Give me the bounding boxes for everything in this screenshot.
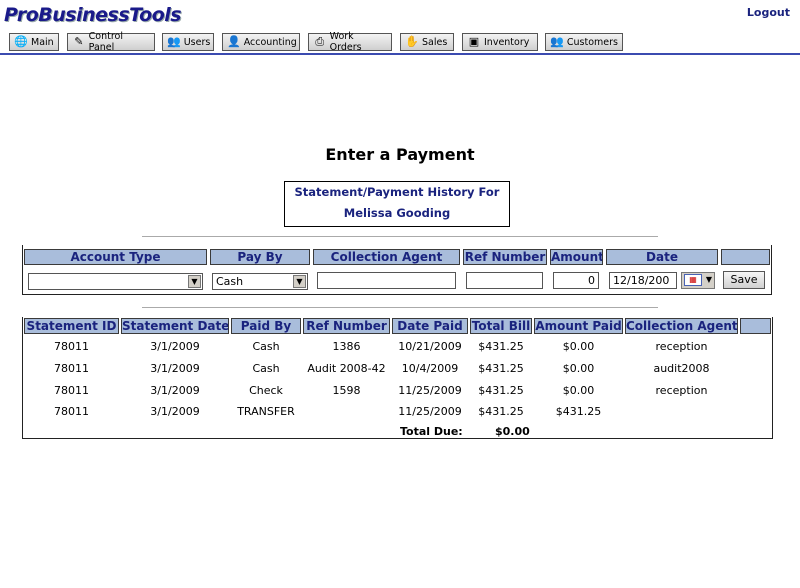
col-statement-id: Statement ID xyxy=(24,318,119,334)
box-icon: ▣ xyxy=(468,35,480,48)
chevron-down-icon: ▼ xyxy=(293,275,306,288)
collection-agent: reception xyxy=(655,384,708,397)
wand-icon: ✎ xyxy=(74,35,84,48)
date-paid: 11/25/2009 xyxy=(398,384,462,397)
total-due-value: $0.00 xyxy=(495,425,530,438)
payment-history-table xyxy=(22,317,773,439)
statement-date: 3/1/2009 xyxy=(150,362,200,375)
history-for-box: Statement/Payment History For Melissa Go… xyxy=(284,181,510,227)
col-statement-date: Statement Date xyxy=(121,318,229,334)
chevron-down-icon: ▼ xyxy=(705,275,712,284)
main-tab-bar: 🌐 Main ✎ Control Panel 👥 Users 👤 Accounting … xyxy=(0,31,800,55)
total-bill: $431.25 xyxy=(478,340,524,353)
tab-inventory[interactable]: ▣ Inventory xyxy=(462,33,538,51)
col-paid-by: Paid By xyxy=(231,318,301,334)
total-bill: $431.25 xyxy=(478,405,524,418)
statement-id: 78011 xyxy=(54,340,89,353)
header-amount: Amount xyxy=(550,249,603,265)
header-pay-by: Pay By xyxy=(210,249,310,265)
globe-icon: 🌐 xyxy=(14,35,28,48)
chevron-down-icon: ▼ xyxy=(188,275,201,288)
page-title: Enter a Payment xyxy=(325,145,475,164)
calendar-picker-button[interactable]: ▦ ▼ xyxy=(681,272,715,289)
logout-link[interactable]: Logout xyxy=(747,6,790,19)
person-icon: 👤 xyxy=(227,35,241,48)
paid-by: Check xyxy=(249,384,283,397)
ref-number: 1386 xyxy=(332,340,361,353)
tab-customers[interactable]: 👥 Customers xyxy=(545,33,623,51)
statement-id: 78011 xyxy=(54,405,89,418)
col-date-paid: Date Paid xyxy=(392,318,468,334)
collection-agent: reception xyxy=(655,340,708,353)
header-ref-number: Ref Number xyxy=(463,249,547,265)
statement-id: 78011 xyxy=(54,362,89,375)
collection-agent-input[interactable] xyxy=(317,272,456,289)
date-paid: 11/25/2009 xyxy=(398,405,462,418)
total-bill: $431.25 xyxy=(478,362,524,375)
header-blank xyxy=(721,249,770,265)
calendar-icon: ▦ xyxy=(684,274,702,286)
users-icon: 👥 xyxy=(167,35,181,48)
header-account-type: Account Type xyxy=(24,249,207,265)
ref-number: Audit 2008-42 xyxy=(307,362,386,375)
date-input[interactable]: 12/18/200 xyxy=(609,272,677,289)
tab-work-orders[interactable]: ⎙ Work Orders xyxy=(308,31,392,53)
col-total-bill: Total Bill xyxy=(470,318,532,334)
amount-paid: $431.25 xyxy=(555,405,602,418)
customers-icon: 👥 xyxy=(550,35,564,48)
paid-by: Cash xyxy=(252,362,280,375)
ref-number-input[interactable] xyxy=(466,272,543,289)
printer-icon: ⎙ xyxy=(315,35,325,48)
pay-by-select[interactable]: Cash ▼ xyxy=(212,273,308,290)
header-date: Date xyxy=(606,249,718,265)
tab-control-panel[interactable]: ✎ Control Panel xyxy=(67,31,155,53)
divider xyxy=(142,236,658,237)
total-bill: $431.25 xyxy=(478,384,524,397)
account-type-select[interactable]: ▼ xyxy=(28,273,203,290)
sales-icon: ✋ xyxy=(405,35,419,48)
amount-paid: $0.00 xyxy=(562,362,595,375)
paid-by: Cash xyxy=(252,340,280,353)
date-paid: 10/21/2009 xyxy=(398,340,462,353)
app-logo: ProBusinessTools xyxy=(4,4,182,26)
tab-accounting[interactable]: 👤 Accounting xyxy=(222,33,300,51)
tab-users[interactable]: 👥 Users xyxy=(162,33,214,51)
save-button[interactable]: Save xyxy=(723,271,765,289)
date-paid: 10/4/2009 xyxy=(401,362,459,375)
statement-date: 3/1/2009 xyxy=(150,340,200,353)
collection-agent: audit2008 xyxy=(653,362,710,375)
amount-input[interactable]: 0 xyxy=(553,272,599,289)
amount-paid: $0.00 xyxy=(562,384,595,397)
tab-sales[interactable]: ✋ Sales xyxy=(400,33,454,51)
statement-id: 78011 xyxy=(54,384,89,397)
col-blank xyxy=(740,318,771,334)
col-amount-paid: Amount Paid xyxy=(534,318,623,334)
customer-name: Melissa Gooding xyxy=(343,206,451,220)
statement-date: 3/1/2009 xyxy=(150,384,200,397)
col-ref-number: Ref Number xyxy=(303,318,390,334)
col-collection-agent: Collection Agent xyxy=(625,318,738,334)
divider xyxy=(142,307,658,308)
total-due-label: Total Due: xyxy=(400,425,463,438)
history-heading: Statement/Payment History For xyxy=(294,185,500,199)
paid-by: TRANSFER xyxy=(237,405,295,418)
header-collection-agent: Collection Agent xyxy=(313,249,460,265)
amount-paid: $0.00 xyxy=(562,340,595,353)
ref-number: 1598 xyxy=(332,384,361,397)
statement-date: 3/1/2009 xyxy=(150,405,200,418)
tab-main[interactable]: 🌐 Main xyxy=(9,33,59,51)
